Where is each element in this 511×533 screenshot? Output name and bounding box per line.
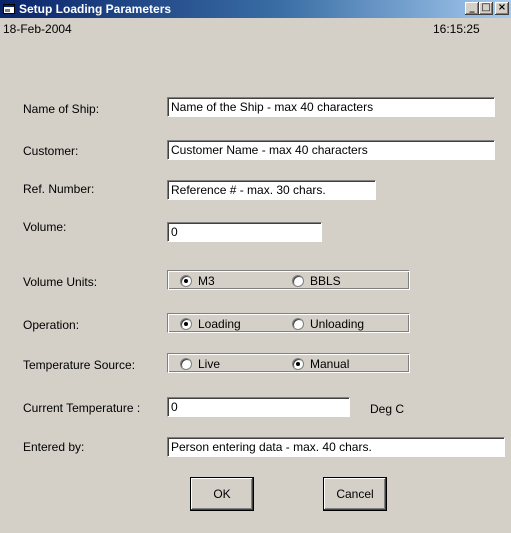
radio-unselected-icon — [180, 358, 192, 370]
radio-label: BBLS — [310, 274, 341, 288]
operation-loading-radio[interactable]: Loading — [180, 317, 241, 331]
current-temperature-label: Current Temperature : — [23, 401, 141, 415]
window-title: Setup Loading Parameters — [19, 2, 172, 16]
date-label: 18-Feb-2004 — [3, 22, 72, 36]
volume-field[interactable]: 0 — [167, 222, 322, 242]
ship-name-label: Name of Ship: — [23, 102, 100, 116]
radio-label: Live — [198, 357, 221, 371]
radio-selected-icon — [292, 358, 304, 370]
temperature-unit-label: Deg C — [370, 402, 405, 416]
cancel-button[interactable]: Cancel — [323, 477, 387, 511]
radio-unselected-icon — [292, 275, 304, 287]
operation-unloading-radio[interactable]: Unloading — [292, 317, 364, 331]
entered-by-field[interactable]: Person entering data - max. 40 chars. — [167, 437, 505, 457]
close-icon: × — [497, 2, 507, 13]
volume-label: Volume: — [23, 220, 67, 234]
minimize-icon: _ — [469, 2, 475, 13]
radio-label: Unloading — [310, 317, 365, 331]
volume-units-bbls-radio[interactable]: BBLS — [292, 274, 341, 288]
temperature-source-group: Live Manual — [167, 353, 410, 373]
maximize-button[interactable]: □ — [479, 2, 493, 15]
app-icon[interactable] — [3, 3, 15, 15]
radio-label: Loading — [198, 317, 241, 331]
entered-by-label: Entered by: — [23, 440, 85, 454]
temperature-source-label: Temperature Source: — [23, 358, 136, 372]
title-bar[interactable]: Setup Loading Parameters _ □ × — [0, 0, 511, 18]
customer-field[interactable]: Customer Name - max 40 characters — [167, 140, 495, 160]
current-temperature-field[interactable]: 0 — [167, 397, 350, 417]
ref-number-field[interactable]: Reference # - max. 30 chars. — [167, 180, 376, 200]
customer-label: Customer: — [23, 144, 79, 158]
volume-units-group: M3 BBLS — [167, 270, 410, 290]
setup-loading-parameters-window: Setup Loading Parameters _ □ × 18-Feb-20… — [0, 0, 511, 533]
radio-selected-icon — [180, 318, 192, 330]
maximize-icon: □ — [481, 2, 491, 13]
ok-button[interactable]: OK — [190, 477, 254, 511]
volume-units-label: Volume Units: — [23, 275, 98, 289]
minimize-button[interactable]: _ — [465, 2, 479, 15]
operation-group: Loading Unloading — [167, 313, 410, 333]
ref-number-label: Ref. Number: — [23, 182, 95, 196]
radio-label: M3 — [198, 274, 215, 288]
ship-name-field[interactable]: Name of the Ship - max 40 characters — [167, 97, 495, 117]
volume-units-m3-radio[interactable]: M3 — [180, 274, 215, 288]
radio-unselected-icon — [292, 318, 304, 330]
radio-selected-icon — [180, 275, 192, 287]
close-button[interactable]: × — [495, 2, 509, 15]
operation-label: Operation: — [23, 318, 80, 332]
time-label: 16:15:25 — [433, 22, 480, 36]
temperature-source-manual-radio[interactable]: Manual — [292, 357, 349, 371]
temperature-source-live-radio[interactable]: Live — [180, 357, 220, 371]
radio-label: Manual — [310, 357, 350, 371]
